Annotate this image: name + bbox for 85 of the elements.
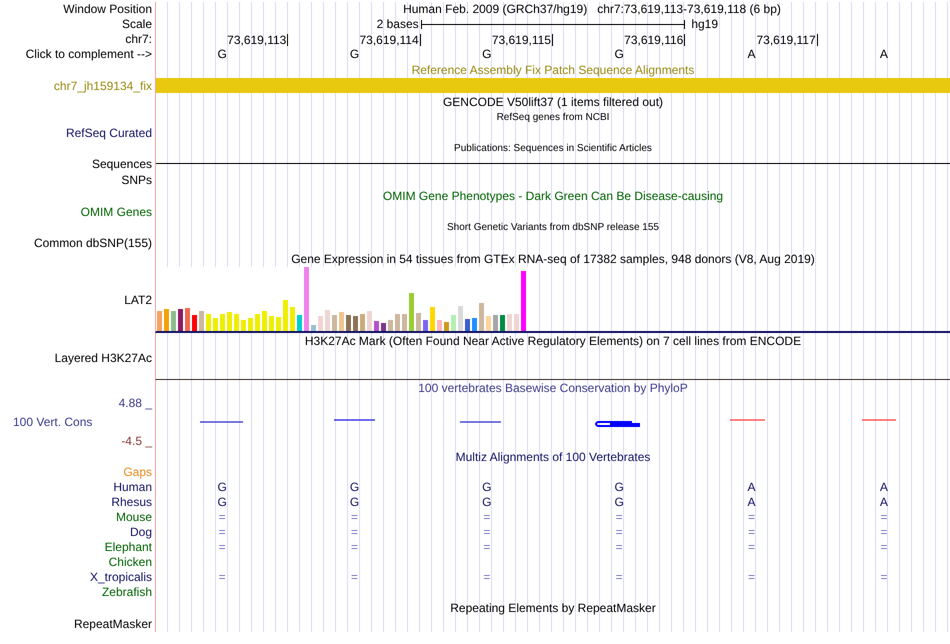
track-title: OMIM Gene Phenotypes - Dark Green Can Be Disease-causing [382, 188, 724, 204]
base-letter[interactable]: G [420, 47, 553, 62]
base-letter: = [614, 510, 624, 525]
base-letter: = [746, 525, 756, 540]
track-title: GENCODE V50lift37 (1 items filtered out) [442, 94, 664, 110]
track-title: Repeating Elements by RepeatMasker [450, 600, 656, 616]
track-label[interactable]: Layered H3K27Ac [54, 351, 152, 366]
track-label[interactable]: OMIM Genes [80, 204, 152, 220]
track-label[interactable]: RefSeq Curated [66, 126, 152, 140]
base-letter: = [879, 570, 888, 585]
track-title: Publications: Sequences in Scientific Articles [454, 142, 652, 156]
base-letter[interactable]: G [552, 47, 686, 62]
base-letter: = [746, 570, 756, 585]
track-label[interactable]: Elephant [104, 540, 152, 555]
base-letter: = [614, 570, 624, 585]
track-title: H3K27Ac Mark (Often Found Near Active Regulatory Elements) on 7 cell lines from ENCODE [304, 334, 802, 348]
scale-length: 2 bases [376, 17, 420, 32]
assembly-name: Human Feb. 2009 (GRCh37/hg19) [403, 2, 588, 17]
track-label[interactable]: 100 Vert. Cons [0, 415, 92, 430]
track-label[interactable]: SNPs [121, 172, 152, 188]
base-letter: = [350, 540, 359, 555]
base-letter: G [216, 480, 228, 495]
ruler-tick: 73,619,115 [492, 34, 553, 46]
ruler-tick: 73,619,116 [624, 34, 686, 46]
base-letter: = [218, 510, 227, 525]
base-letter: = [746, 510, 756, 525]
base-letter: = [482, 570, 492, 585]
ruler-tick: 73,619,117 [756, 34, 818, 46]
track-title: RefSeq genes from NCBI [496, 111, 610, 125]
track-label[interactable]: Rhesus [111, 495, 152, 510]
track-label[interactable]: X_tropicalis [90, 570, 152, 585]
scale-assembly: hg19 [690, 17, 720, 32]
base-letter: A [878, 480, 889, 495]
track-title: Reference Assembly Fix Patch Sequence Alignments [412, 62, 694, 78]
base-letter: = [614, 540, 624, 555]
base-letter: = [218, 525, 227, 540]
base-letter[interactable]: G [156, 47, 288, 62]
position-range: chr7:73,619,113-73,619,118 (6 bp) [597, 2, 781, 17]
base-letter: G [348, 495, 360, 510]
base-letter: = [482, 540, 492, 555]
base-letter: G [216, 495, 228, 510]
base-letter: G [613, 495, 625, 510]
track-label[interactable]: Chicken [108, 555, 152, 570]
track-label[interactable]: Human [113, 480, 152, 495]
track-label[interactable]: Zebrafish [102, 585, 152, 600]
base-letter: = [350, 525, 359, 540]
track-label[interactable]: Mouse [116, 510, 152, 525]
track-label[interactable]: RepeatMasker [74, 616, 152, 632]
track-title: Short Genetic Variants from dbSNP release 155 [447, 221, 659, 235]
base-letter: = [218, 570, 227, 585]
base-letter: = [482, 525, 492, 540]
scale-max-label: 4.88 _ [118, 396, 152, 411]
row-label: Scale [122, 17, 152, 32]
base-letter: G [613, 480, 625, 495]
base-letter: G [481, 480, 492, 495]
base-letter[interactable]: G [288, 47, 421, 62]
base-letter: = [350, 570, 359, 585]
base-letter: A [746, 495, 756, 510]
base-letter: A [746, 480, 756, 495]
track-title: 100 vertebrates Basewise Conservation by PhyloP [418, 380, 688, 396]
track-title: Gene Expression in 54 tissues from GTEx RNA-seq of 17382 samples, 948 donors (V8, Aug 2019) [291, 252, 815, 266]
base-letter: = [879, 510, 888, 525]
track-label[interactable]: Sequences [92, 156, 152, 172]
base-letter: = [879, 525, 888, 540]
track-label[interactable]: LAT2 [124, 292, 152, 308]
base-letter[interactable]: A [818, 47, 950, 62]
base-letter: G [348, 480, 360, 495]
row-label: Click to complement --> [26, 47, 152, 62]
base-letter: = [614, 525, 624, 540]
row-label: chr7: [125, 32, 152, 47]
ruler-tick: 73,619,113 [227, 34, 288, 46]
base-letter: A [878, 495, 889, 510]
row-label: Window Position [63, 2, 152, 17]
base-letter: = [218, 540, 227, 555]
track-title: Multiz Alignments of 100 Vertebrates [456, 450, 650, 464]
base-letter[interactable]: A [685, 47, 818, 62]
base-letter: = [879, 540, 888, 555]
base-letter: = [482, 510, 492, 525]
base-letter: G [481, 495, 492, 510]
track-label[interactable]: Dog [130, 525, 152, 540]
base-letter: = [350, 510, 359, 525]
base-letter: = [746, 540, 756, 555]
track-label[interactable]: Common dbSNP(155) [34, 236, 152, 250]
ruler-tick: 73,619,114 [359, 34, 421, 46]
scale-min-label: -4.5 _ [121, 434, 152, 449]
